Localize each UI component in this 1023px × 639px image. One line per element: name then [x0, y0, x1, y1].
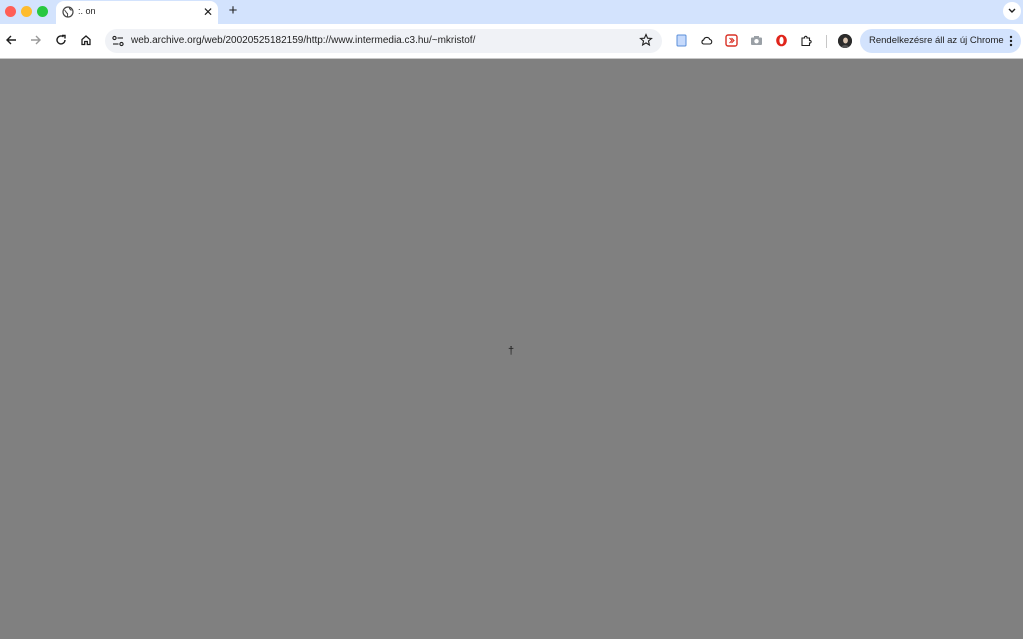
- close-window-button[interactable]: [5, 6, 16, 17]
- star-icon[interactable]: [639, 33, 653, 47]
- browser-toolbar: web.archive.org/web/20020525182159/http:…: [0, 24, 1023, 59]
- tab-strip: :. on ✕ +: [0, 0, 1023, 24]
- arrow-right-icon: [31, 35, 41, 45]
- red-square-extension-icon[interactable]: [725, 34, 738, 47]
- arrow-left-icon: [6, 35, 16, 45]
- more-vert-icon[interactable]: [1009, 35, 1013, 47]
- center-glyph: †: [508, 345, 515, 357]
- tab-title: :. on: [78, 6, 96, 16]
- cloud-icon[interactable]: [700, 34, 713, 47]
- update-chrome-label: Rendelkezésre áll az új Chrome: [869, 35, 1004, 46]
- zoom-window-button[interactable]: [37, 6, 48, 17]
- camera-icon[interactable]: [750, 34, 763, 47]
- address-bar[interactable]: web.archive.org/web/20020525182159/http:…: [105, 29, 662, 53]
- url-text[interactable]: web.archive.org/web/20020525182159/http:…: [131, 35, 475, 46]
- home-icon: [81, 35, 91, 46]
- forward-button[interactable]: [28, 32, 44, 48]
- browser-window: :. on ✕ + web.archive.org/web/2002052518…: [0, 0, 1023, 639]
- tune-icon[interactable]: [111, 34, 125, 48]
- close-tab-icon[interactable]: ✕: [202, 4, 214, 20]
- opera-icon[interactable]: [775, 34, 788, 47]
- tab-search-button[interactable]: [1003, 2, 1021, 20]
- puzzle-icon[interactable]: [800, 34, 813, 47]
- profile-photo: [838, 34, 852, 48]
- page-content: †: [0, 59, 1023, 639]
- reload-button[interactable]: [53, 32, 69, 48]
- home-button[interactable]: [78, 32, 94, 48]
- toolbar-divider: [826, 35, 827, 48]
- avatar[interactable]: [838, 34, 852, 48]
- new-tab-button[interactable]: +: [226, 2, 240, 20]
- document-icon[interactable]: [675, 34, 688, 47]
- globe-icon: [62, 6, 74, 18]
- update-chrome-button[interactable]: Rendelkezésre áll az új Chrome: [860, 29, 1021, 53]
- chevron-down-icon: [1008, 8, 1016, 13]
- minimize-window-button[interactable]: [21, 6, 32, 17]
- active-tab[interactable]: :. on ✕: [56, 1, 218, 24]
- back-button[interactable]: [3, 32, 19, 48]
- reload-icon: [56, 34, 66, 45]
